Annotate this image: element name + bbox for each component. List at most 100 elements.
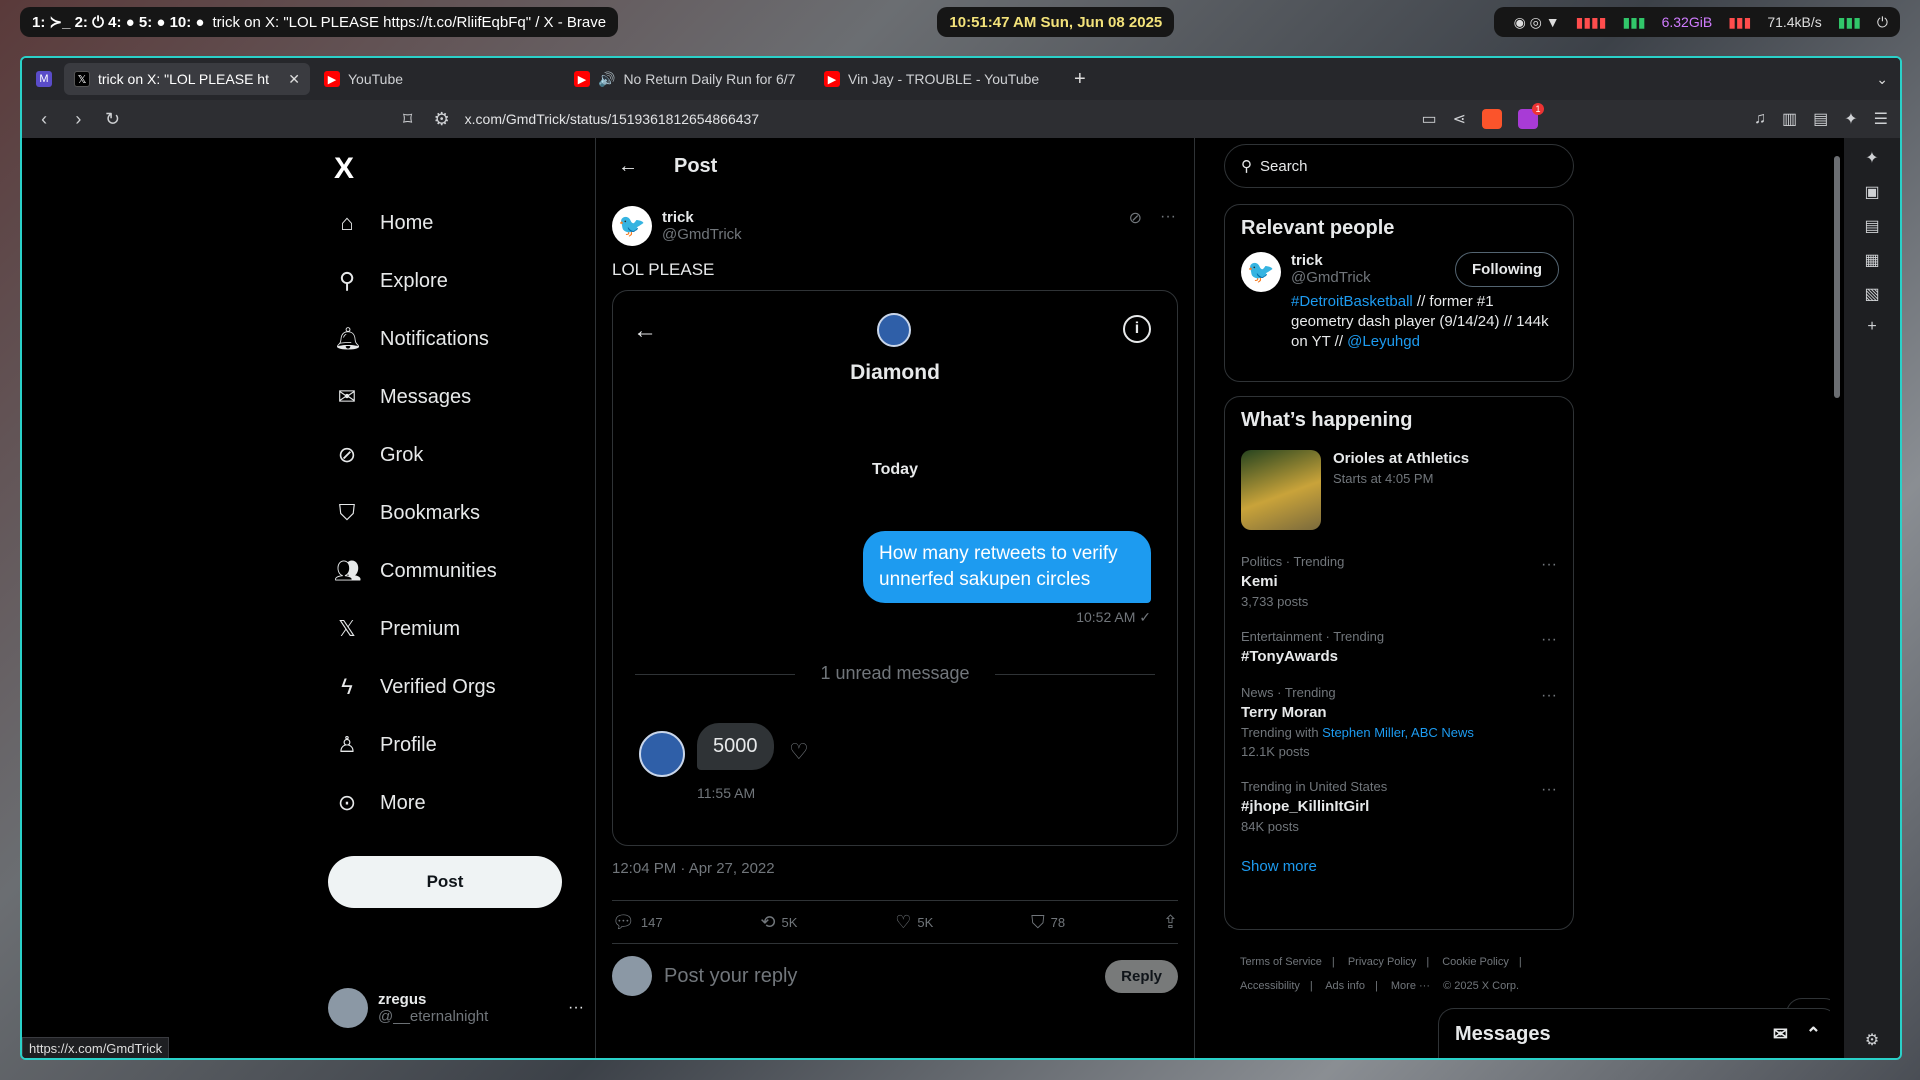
reading-list-icon[interactable]: ▦	[1864, 250, 1879, 270]
grok-icon[interactable]: ⊘	[1129, 208, 1142, 228]
account-switcher[interactable]: zregus @__eternalnight ···	[328, 988, 584, 1028]
url-text[interactable]: x.com/GmdTrick/status/151936181265486643…	[465, 111, 759, 127]
x-logo[interactable]: X	[334, 152, 354, 186]
add-icon[interactable]: +	[1867, 318, 1876, 336]
tab-pinned-gmail[interactable]: M	[28, 63, 60, 95]
trend-with-links[interactable]: Stephen Miller, ABC News	[1322, 725, 1474, 740]
new-tab-button[interactable]: +	[1064, 68, 1096, 91]
person-handle[interactable]: @GmdTrick	[1291, 269, 1371, 286]
footer-link[interactable]: Accessibility	[1240, 980, 1300, 992]
person-name[interactable]: trick	[1291, 252, 1371, 269]
nav-label: Grok	[380, 443, 424, 466]
tab-no-return[interactable]: ▶ 🔊 No Return Daily Run for 6/7	[564, 63, 810, 95]
messages-drawer[interactable]: Messages ✉ ⌃	[1438, 1008, 1838, 1058]
nav-notifications[interactable]: 🔔︎ Notifications	[334, 326, 489, 352]
share-icon[interactable]: ⋖	[1453, 109, 1466, 129]
bookmark-action[interactable]: ⛉ 78	[1031, 912, 1065, 933]
more-icon[interactable]: ···	[1160, 208, 1176, 228]
leo-icon[interactable]: ✦	[1844, 109, 1857, 129]
nav-home[interactable]: ⌂ Home	[334, 210, 433, 236]
footer-more[interactable]: More ···	[1391, 980, 1430, 992]
scrollbar-thumb[interactable]	[1834, 156, 1840, 398]
new-message-icon[interactable]: ✉	[1773, 1024, 1788, 1045]
cast-icon[interactable]: ▭	[1421, 109, 1436, 129]
trend-meta: Politics · Trending	[1241, 554, 1345, 569]
repost-action[interactable]: ⟲ 5K	[760, 912, 797, 933]
post-author[interactable]: 🐦 trick @GmdTrick	[612, 206, 742, 246]
browser-sidebar: ✦ ▣ ▤ ▦ ▧ + ⚙	[1844, 138, 1900, 1058]
workspace-list[interactable]: 1: ≻_ 2: ⏻ 4: ● 5: ● 10: ●	[32, 13, 205, 31]
nav-communities[interactable]: 👥︎ Communities	[334, 558, 497, 584]
trend-item[interactable]: News · Trending Terry Moran Trending wit…	[1225, 675, 1573, 769]
more-icon[interactable]: ···	[568, 999, 584, 1017]
close-icon[interactable]: ✕	[288, 71, 300, 88]
url-field[interactable]: ⌑ ⚙ x.com/GmdTrick/status/15193618126548…	[397, 109, 1408, 130]
bookmark-icon[interactable]: ⌑	[397, 109, 419, 130]
author-handle[interactable]: @GmdTrick	[662, 226, 742, 243]
reply-action[interactable]: 💬︎ 147	[612, 912, 663, 933]
menu-icon[interactable]: ☰	[1874, 109, 1888, 129]
nav-profile[interactable]: ♙ Profile	[334, 732, 437, 758]
sidebar-icon[interactable]: ▥	[1782, 109, 1797, 129]
wallet-icon[interactable]: ▤	[1864, 216, 1879, 236]
avatar[interactable]: 🐦	[612, 206, 652, 246]
trend-posts: 3,733 posts	[1241, 594, 1309, 609]
status-url: https://x.com/GmdTrick	[22, 1037, 170, 1058]
footer-link[interactable]: Cookie Policy	[1442, 956, 1509, 968]
tab-vin-jay[interactable]: ▶ Vin Jay - TROUBLE - YouTube	[814, 63, 1060, 95]
share-action[interactable]: ⇪	[1163, 912, 1178, 933]
trend-item[interactable]: Entertainment · Trending #TonyAwards ···	[1225, 619, 1573, 675]
back-icon[interactable]: ‹	[34, 109, 54, 130]
like-action[interactable]: ♡ 5K	[895, 912, 933, 933]
footer-link[interactable]: Privacy Policy	[1348, 956, 1416, 968]
reply-input[interactable]: Post your reply	[664, 965, 1093, 988]
reload-icon[interactable]: ↻	[102, 109, 122, 130]
nav-bookmarks[interactable]: ⛉ Bookmarks	[334, 500, 480, 526]
music-icon[interactable]: ♫	[1754, 110, 1766, 128]
forward-icon[interactable]: ›	[68, 109, 88, 130]
post-timestamp[interactable]: 12:04 PM · Apr 27, 2022	[612, 860, 775, 877]
back-arrow-icon[interactable]: ←	[618, 155, 638, 178]
more-icon[interactable]: ···	[1541, 687, 1557, 705]
hashtag-link[interactable]: #DetroitBasketball	[1291, 293, 1413, 310]
author-name[interactable]: trick	[662, 209, 742, 226]
more-icon[interactable]: ···	[1541, 631, 1557, 649]
site-settings-icon[interactable]: ⚙	[431, 109, 453, 130]
scrollbar[interactable]	[1830, 138, 1844, 1058]
tab-x-post[interactable]: 𝕏 trick on X: "LOL PLEASE ht ✕	[64, 63, 310, 95]
more-icon[interactable]: ···	[1541, 781, 1557, 799]
footer-link[interactable]: Ads info	[1325, 980, 1365, 992]
sports-event[interactable]: Orioles at Athletics Starts at 4:05 PM	[1225, 444, 1573, 544]
relevant-person[interactable]: 🐦 trick @GmdTrick Following #DetroitBask…	[1225, 252, 1573, 352]
search-input[interactable]: ⚲ Search	[1224, 144, 1574, 188]
avatar[interactable]: 🐦	[1241, 252, 1281, 292]
trend-item[interactable]: Politics · Trending Kemi 3,733 posts ···	[1225, 544, 1573, 619]
speaker-icon: 🔊	[598, 70, 616, 87]
nav-messages[interactable]: ✉ Messages	[334, 384, 471, 410]
nav-grok[interactable]: ⊘ Grok	[334, 442, 424, 468]
nav-more[interactable]: ⊙ More	[334, 790, 426, 816]
nav-explore[interactable]: ⚲ Explore	[334, 268, 448, 294]
chevron-down-icon[interactable]: ⌄	[1876, 71, 1888, 88]
media-icon[interactable]: ▣	[1864, 182, 1879, 202]
bookmarks-panel-icon[interactable]: ▧	[1864, 284, 1879, 304]
brave-rewards-icon[interactable]	[1518, 103, 1544, 129]
show-more-link[interactable]: Show more	[1225, 844, 1573, 893]
nav-verified-orgs[interactable]: ϟ Verified Orgs	[334, 674, 495, 700]
mention-link[interactable]: @Leyuhgd	[1347, 333, 1420, 350]
wallet-icon[interactable]: ▤	[1813, 109, 1828, 129]
expand-icon[interactable]: ⌃	[1806, 1024, 1821, 1045]
post-image[interactable]: ← i Diamond Today How many retweets to v…	[612, 290, 1178, 846]
nav-premium[interactable]: 𝕏 Premium	[334, 616, 460, 642]
more-icon[interactable]: ···	[1541, 556, 1557, 574]
gear-icon[interactable]: ⚙	[1865, 1030, 1879, 1050]
reply-button[interactable]: Reply	[1105, 959, 1178, 993]
leo-icon[interactable]: ✦	[1865, 148, 1878, 168]
brave-shields-icon[interactable]	[1482, 109, 1502, 129]
power-icon[interactable]: ⏻	[1877, 14, 1888, 31]
following-button[interactable]: Following	[1455, 252, 1559, 287]
trend-item[interactable]: Trending in United States #jhope_KillinI…	[1225, 769, 1573, 844]
tab-youtube[interactable]: ▶ YouTube	[314, 63, 560, 95]
footer-link[interactable]: Terms of Service	[1240, 956, 1322, 968]
post-button[interactable]: Post	[328, 856, 562, 908]
